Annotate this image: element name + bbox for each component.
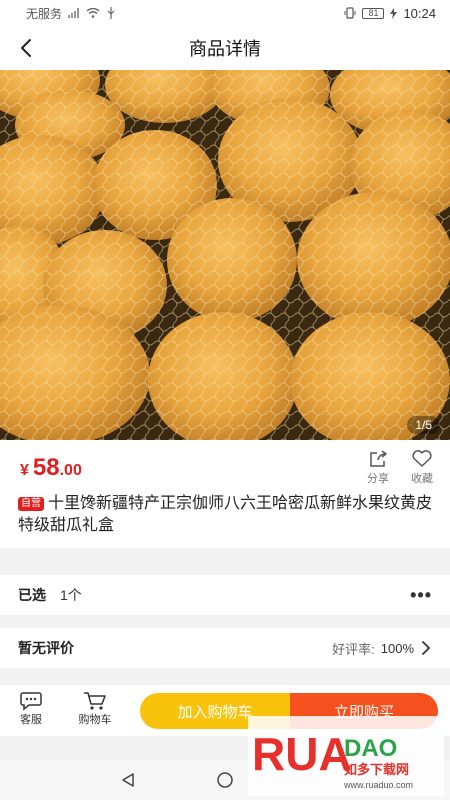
status-right: 81 10:24 (344, 6, 436, 21)
share-button[interactable]: 分享 (358, 450, 398, 486)
charging-icon (390, 7, 398, 19)
heart-icon (412, 450, 432, 467)
favorite-button[interactable]: 收藏 (402, 450, 442, 486)
reviews-row[interactable]: 暂无评价 好评率: 100% (0, 628, 450, 668)
share-label: 分享 (367, 473, 389, 485)
price: ¥ 58 .00 (20, 454, 82, 482)
vibrate-icon (344, 7, 356, 19)
svg-text:RUA: RUA (252, 728, 352, 780)
review-rate-label: 好评率: (332, 641, 375, 657)
carrier-text: 无服务 (26, 6, 63, 21)
svg-text:DAO: DAO (344, 735, 397, 762)
site-watermark-logo: RUA DAO 如多下载网 www.ruaduo.com (248, 716, 444, 796)
review-rate: 好评率: 100% (332, 639, 432, 658)
price-integer: 58 (32, 454, 60, 481)
share-icon (370, 450, 387, 467)
battery-indicator: 81 (362, 7, 385, 19)
page-title: 商品详情 (189, 39, 261, 59)
status-left: 无服务 (26, 5, 116, 22)
wifi-icon (86, 8, 100, 18)
product-title-block: 自营 十里馋新疆特产正宗伽师八六王哈密瓜新鲜水果纹黄皮特级甜瓜礼盒 (18, 493, 438, 537)
back-button[interactable] (12, 34, 40, 62)
cart-label: 购物车 (78, 714, 112, 726)
spec-selection-label: 已选 (18, 587, 46, 603)
signal-icon (68, 8, 80, 18)
usb-icon (107, 7, 115, 19)
product-photo (0, 70, 450, 440)
customer-service-button[interactable]: 客服 (9, 691, 53, 727)
price-decimal: .00 (59, 462, 82, 479)
svg-text:www.ruaduo.com: www.ruaduo.com (343, 780, 413, 790)
product-title: 十里馋新疆特产正宗伽师八六王哈密瓜新鲜水果纹黄皮特级甜瓜礼盒 (18, 495, 433, 534)
clock: 10:24 (403, 5, 436, 21)
product-info-card: ¥ 58 .00 分享 收藏 自营 十里馋新疆特产正宗伽师八六王哈密瓜新鲜水果纹黄… (0, 440, 450, 548)
cart-button[interactable]: 购物车 (73, 691, 117, 727)
nav-bar: 商品详情 (0, 26, 450, 70)
svg-text:如多下载网: 如多下载网 (344, 762, 409, 777)
more-options-icon: ••• (410, 584, 432, 605)
spec-selection-value: 1个 (60, 587, 82, 603)
price-currency: ¥ (20, 462, 29, 479)
status-bar: 无服务 81 10:24 (0, 0, 450, 26)
self-operated-badge: 自营 (18, 497, 44, 511)
review-rate-value: 100% (380, 640, 414, 656)
gallery-page-indicator: 1/5 (407, 416, 440, 434)
reviews-label: 暂无评价 (18, 640, 74, 656)
customer-service-label: 客服 (20, 714, 42, 726)
spec-selection-row[interactable]: 已选 1个 ••• (0, 575, 450, 615)
circle-home-icon (217, 772, 233, 788)
chat-bubble-icon (20, 692, 42, 711)
product-image-gallery[interactable]: 1/5 (0, 70, 450, 440)
chevron-left-icon (21, 39, 31, 57)
shopping-cart-icon (84, 692, 106, 710)
chevron-right-icon (422, 641, 431, 655)
product-detail-screen: 无服务 81 10:24 商品详情 1/5 ¥ 58 .00 分享 收藏 自营 … (0, 0, 450, 800)
favorite-label: 收藏 (411, 473, 433, 485)
system-back-button[interactable] (116, 768, 140, 792)
triangle-back-icon (122, 773, 134, 787)
watermark-logo-graphic: RUA DAO 如多下载网 www.ruaduo.com (248, 716, 444, 796)
system-home-button[interactable] (213, 768, 237, 792)
